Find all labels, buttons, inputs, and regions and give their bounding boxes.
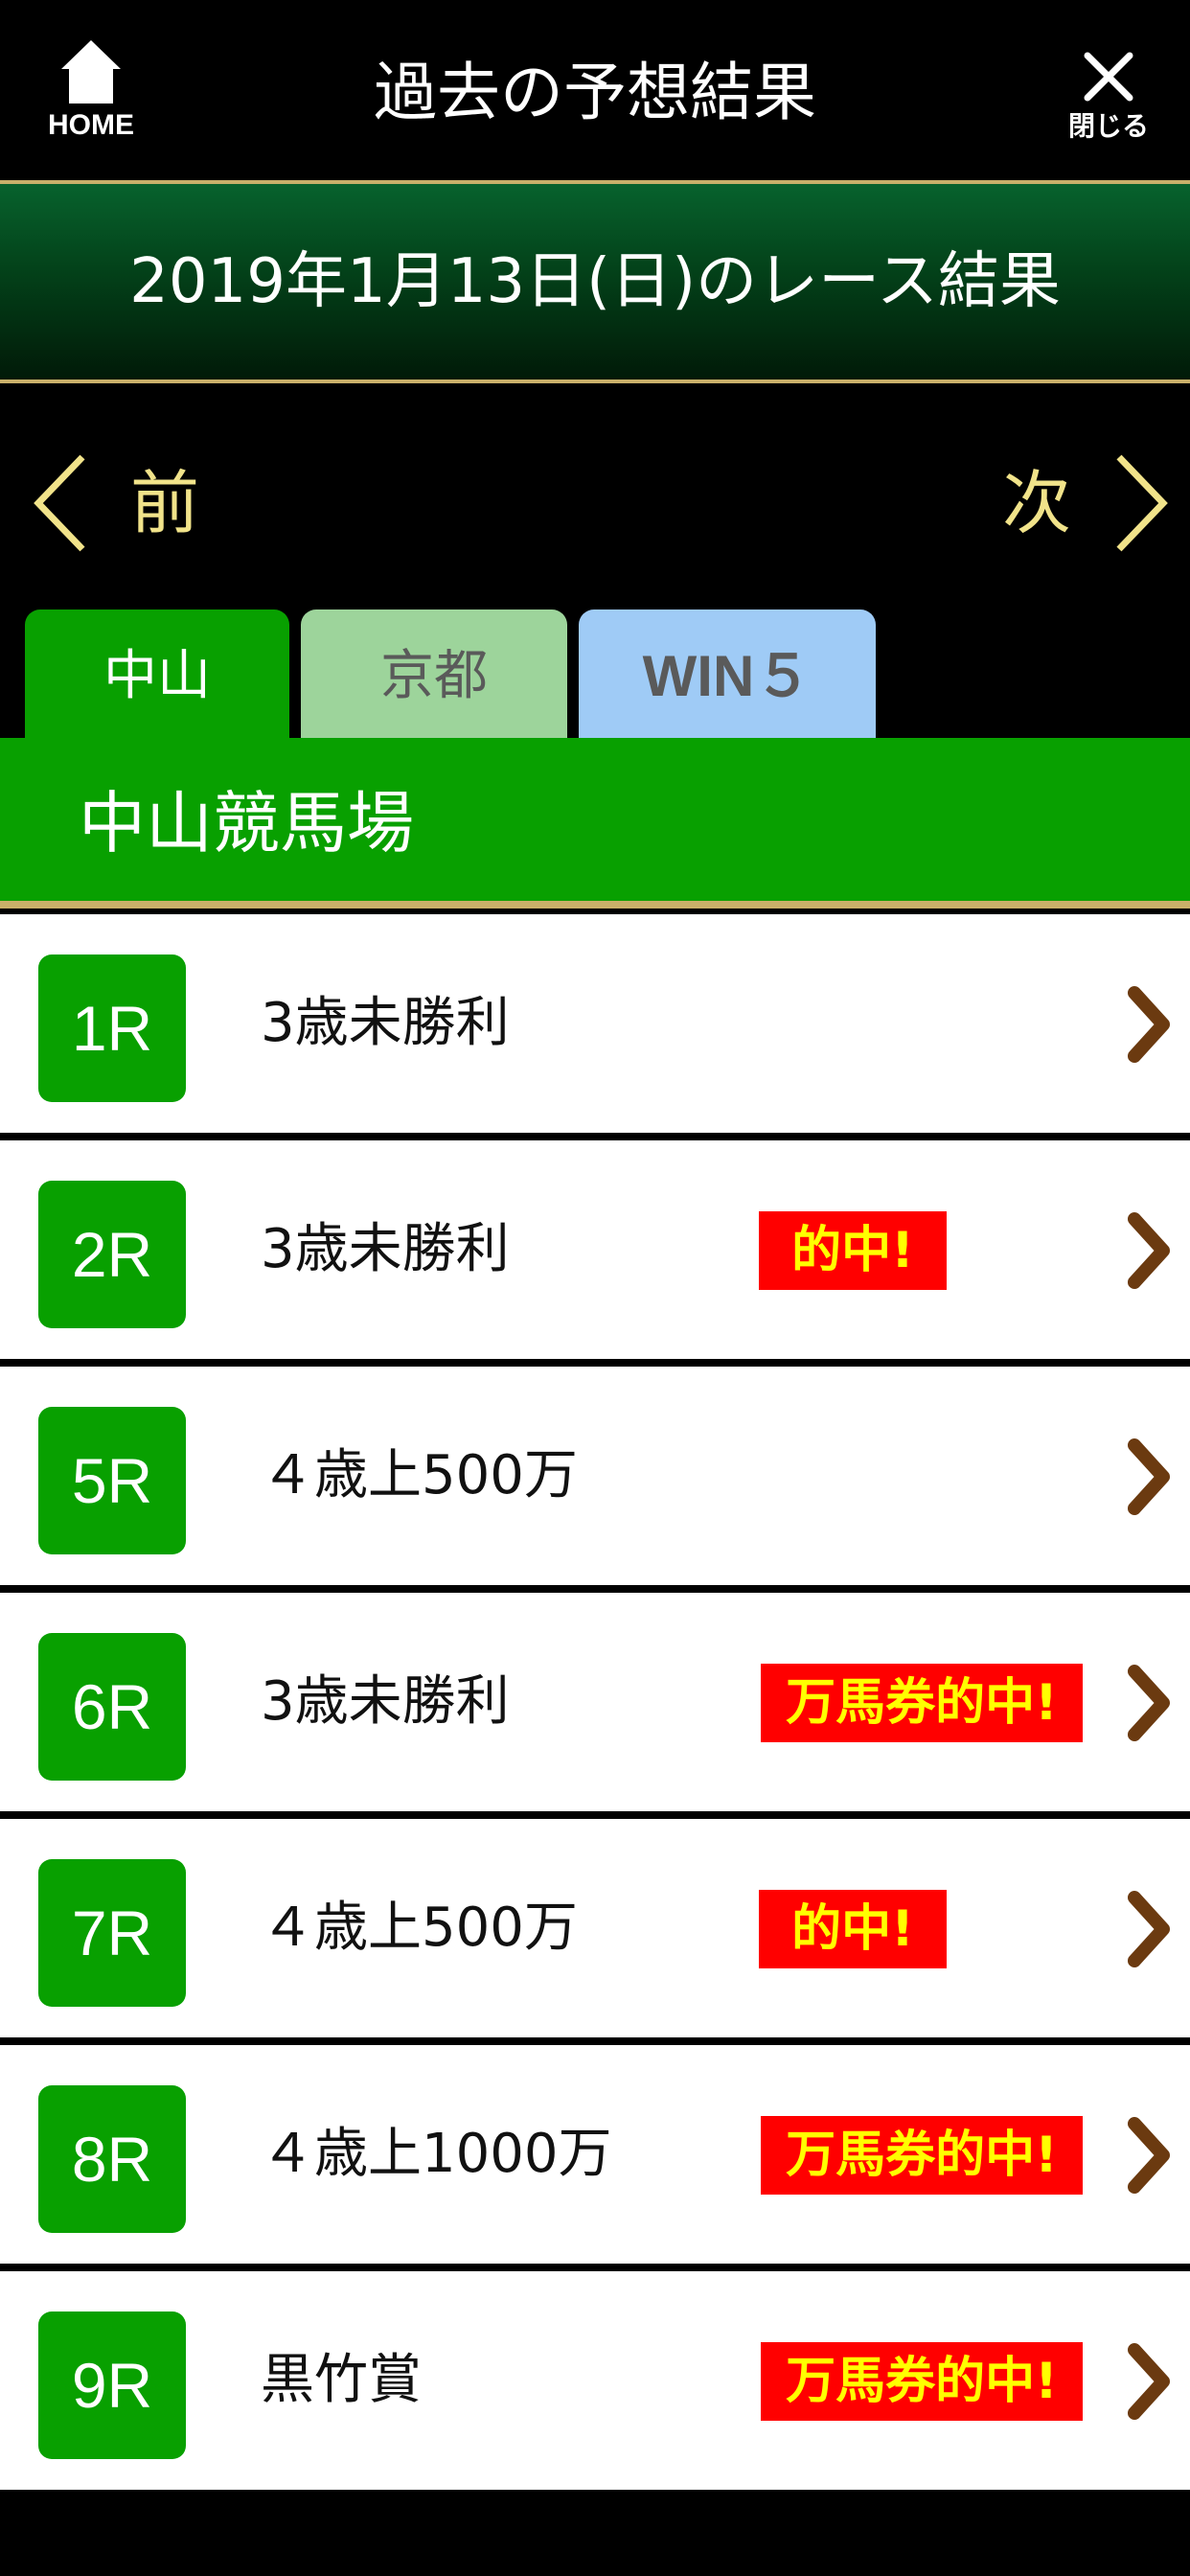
chevron-right-icon — [1128, 986, 1170, 1063]
race-row-8r[interactable]: 8R ４歳上1000万 万馬券的中! — [0, 2045, 1190, 2271]
app-header: HOME 過去の予想結果 閉じる — [0, 0, 1190, 180]
chevron-right-icon — [1116, 454, 1168, 552]
race-name: 3歳未勝利 — [261, 992, 510, 1054]
date-banner: 2019年1月13日(日)のレース結果 — [0, 180, 1190, 383]
race-name: 黒竹賞 — [261, 2349, 422, 2411]
big-hit-badge: 万馬券的中! — [761, 2116, 1083, 2195]
race-number: 9R — [38, 2312, 186, 2459]
close-icon — [1084, 52, 1133, 102]
big-hit-badge: 万馬券的中! — [761, 1664, 1083, 1742]
page-title: 過去の予想結果 — [374, 56, 816, 129]
race-name: ４歳上500万 — [261, 1444, 578, 1506]
race-row-5r[interactable]: 5R ４歳上500万 — [0, 1367, 1190, 1593]
race-name: ４歳上500万 — [261, 1897, 578, 1959]
race-number: 1R — [38, 954, 186, 1102]
next-label: 次 — [1001, 463, 1071, 543]
race-number: 7R — [38, 1859, 186, 2007]
chevron-right-icon — [1128, 2343, 1170, 2420]
big-hit-badge: 万馬券的中! — [761, 2342, 1083, 2421]
close-label: 閉じる — [1067, 110, 1149, 142]
race-row-1r[interactable]: 1R 3歳未勝利 — [0, 914, 1190, 1140]
close-button[interactable]: 閉じる — [1056, 50, 1161, 165]
hit-badge: 的中! — [759, 1211, 947, 1290]
race-number: 6R — [38, 1633, 186, 1781]
race-row-9r[interactable]: 9R 黒竹賞 万馬券的中! — [0, 2271, 1190, 2497]
chevron-right-icon — [1128, 1665, 1170, 1741]
tab-nakayama[interactable]: 中山 — [25, 610, 289, 738]
race-number: 2R — [38, 1181, 186, 1328]
venue-tabs: 中山 京都 WIN５ — [0, 610, 1190, 738]
race-row-2r[interactable]: 2R 3歳未勝利 的中! — [0, 1140, 1190, 1367]
chevron-right-icon — [1128, 2117, 1170, 2194]
race-name: 3歳未勝利 — [261, 1218, 510, 1280]
tab-kyoto[interactable]: 京都 — [301, 610, 567, 738]
race-row-6r[interactable]: 6R 3歳未勝利 万馬券的中! — [0, 1593, 1190, 1819]
tab-win5[interactable]: WIN５ — [579, 610, 876, 738]
race-name: 3歳未勝利 — [261, 1670, 510, 1733]
venue-title: 中山競馬場 — [0, 738, 1190, 908]
hit-badge: 的中! — [759, 1890, 947, 1968]
race-number: 5R — [38, 1407, 186, 1554]
chevron-right-icon — [1128, 1891, 1170, 1967]
race-number: 8R — [38, 2085, 186, 2233]
next-button[interactable]: 次 — [1002, 450, 1169, 556]
race-list: 1R 3歳未勝利 2R 3歳未勝利 的中! 5R ４歳上500万 6R 3歳未勝… — [0, 914, 1190, 2497]
chevron-right-icon — [1128, 1438, 1170, 1515]
prev-button[interactable]: 前 — [33, 450, 199, 556]
race-row-7r[interactable]: 7R ４歳上500万 的中! — [0, 1819, 1190, 2045]
race-name: ４歳上1000万 — [261, 2123, 612, 2185]
chevron-right-icon — [1128, 1212, 1170, 1289]
date-navigation: 前 次 — [0, 383, 1190, 604]
prev-label: 前 — [130, 463, 200, 543]
chevron-left-icon — [34, 454, 85, 552]
